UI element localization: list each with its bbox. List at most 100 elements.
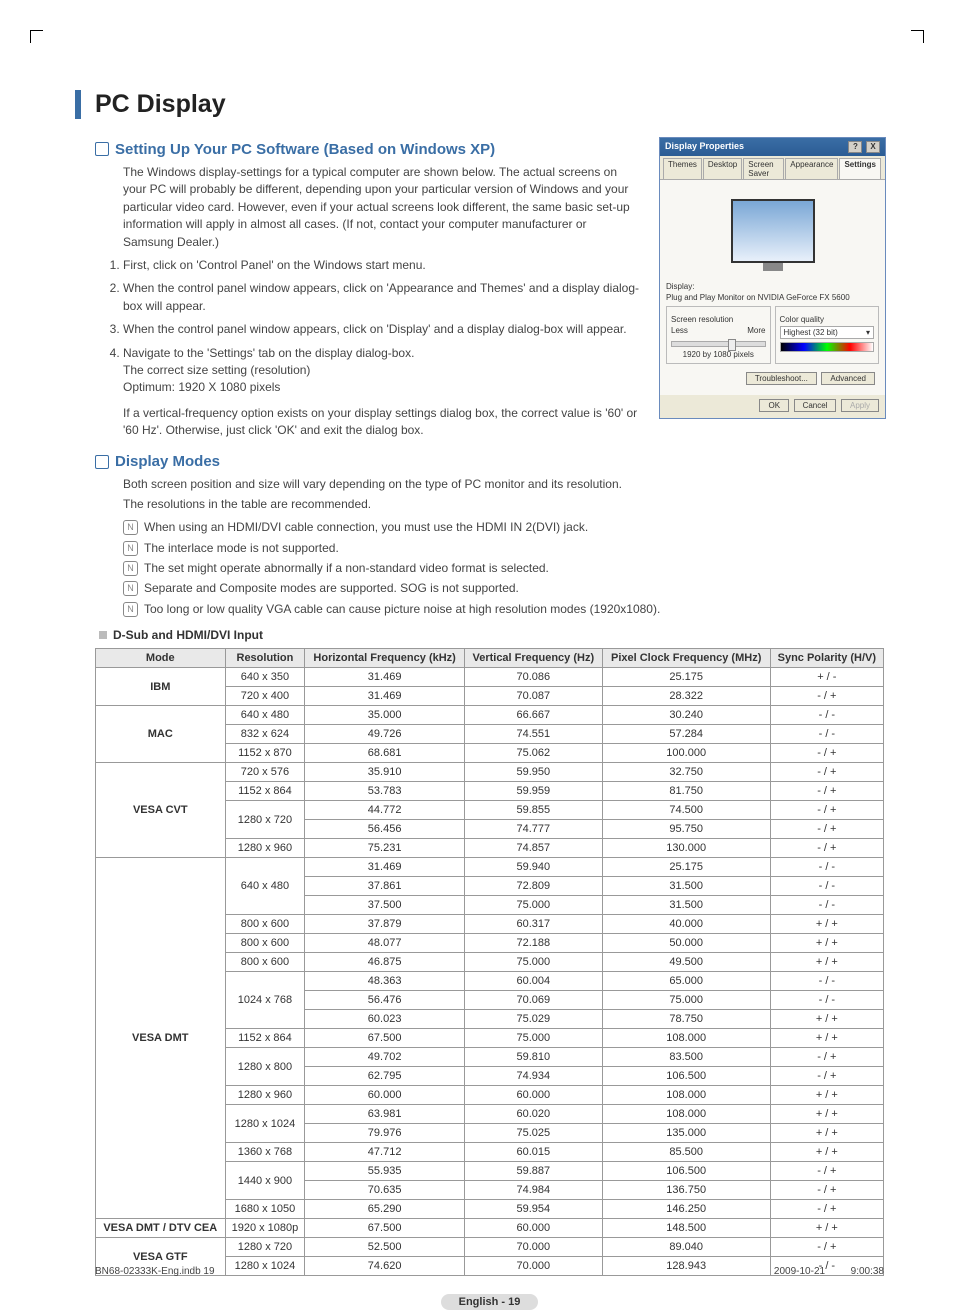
data-cell: 70.087 (464, 687, 602, 706)
data-cell: 59.810 (464, 1048, 602, 1067)
resolution-cell: 800 x 600 (225, 953, 305, 972)
data-cell: 48.077 (305, 934, 465, 953)
data-cell: + / + (770, 1105, 883, 1124)
tab-desktop[interactable]: Desktop (703, 158, 742, 179)
footer-left: BN68-02333K-Eng.indb 19 (95, 1266, 215, 1277)
resolution-cell: 1024 x 768 (225, 972, 305, 1029)
section-setup-title: Setting Up Your PC Software (Based on Wi… (95, 141, 639, 158)
crop-mark (911, 30, 924, 43)
modes-line2: The resolutions in the table are recomme… (123, 496, 884, 513)
intro-paragraph: The Windows display-settings for a typic… (123, 164, 639, 251)
table-subhead: D-Sub and HDMI/DVI Input (99, 628, 884, 642)
note-1: When using an HDMI/DVI cable connection,… (144, 519, 588, 536)
data-cell: - / - (770, 858, 883, 877)
step-3: When the control panel window appears, c… (123, 321, 639, 338)
troubleshoot-button[interactable]: Troubleshoot... (746, 372, 817, 385)
page-number: English - 19 (441, 1294, 539, 1310)
resolution-cell: 1280 x 960 (225, 839, 305, 858)
data-cell: 65.000 (602, 972, 770, 991)
data-cell: 67.500 (305, 1219, 465, 1238)
data-cell: - / - (770, 706, 883, 725)
data-cell: - / + (770, 1238, 883, 1257)
step-4: Navigate to the 'Settings' tab on the di… (123, 345, 639, 440)
data-cell: 108.000 (602, 1086, 770, 1105)
data-cell: + / - (770, 668, 883, 687)
data-cell: - / + (770, 820, 883, 839)
screen-resolution-label: Screen resolution (671, 315, 766, 324)
note-3: The set might operate abnormally if a no… (144, 560, 549, 577)
resolution-cell: 640 x 350 (225, 668, 305, 687)
tab-appearance[interactable]: Appearance (785, 158, 838, 179)
resolution-cell: 1152 x 864 (225, 782, 305, 801)
data-cell: 56.476 (305, 991, 465, 1010)
note-icon: N (123, 561, 138, 576)
help-icon[interactable]: ? (848, 141, 862, 153)
data-cell: 62.795 (305, 1067, 465, 1086)
data-cell: - / - (770, 725, 883, 744)
data-cell: - / - (770, 972, 883, 991)
data-cell: 75.025 (464, 1124, 602, 1143)
data-cell: 50.000 (602, 934, 770, 953)
mode-cell: IBM (96, 668, 226, 706)
data-cell: 59.940 (464, 858, 602, 877)
data-cell: - / - (770, 991, 883, 1010)
close-icon[interactable]: X (866, 141, 880, 153)
data-cell: 46.875 (305, 953, 465, 972)
resolution-cell: 800 x 600 (225, 934, 305, 953)
data-cell: 106.500 (602, 1162, 770, 1181)
apply-button[interactable]: Apply (841, 399, 879, 412)
data-cell: 47.712 (305, 1143, 465, 1162)
data-cell: 75.062 (464, 744, 602, 763)
color-quality-select[interactable]: Highest (32 bit)▾ (780, 326, 875, 339)
data-cell: - / + (770, 1048, 883, 1067)
data-cell: 35.000 (305, 706, 465, 725)
data-cell: 75.000 (464, 953, 602, 972)
table-row: VESA CVT720 x 57635.91059.95032.750- / + (96, 763, 884, 782)
resolution-cell: 1152 x 870 (225, 744, 305, 763)
data-cell: 95.750 (602, 820, 770, 839)
data-cell: 30.240 (602, 706, 770, 725)
display-modes-table: ModeResolutionHorizontal Frequency (kHz)… (95, 648, 884, 1276)
data-cell: 108.000 (602, 1105, 770, 1124)
data-cell: 70.635 (305, 1181, 465, 1200)
data-cell: 59.959 (464, 782, 602, 801)
data-cell: 60.023 (305, 1010, 465, 1029)
resolution-cell: 1280 x 800 (225, 1048, 305, 1086)
tab-settings[interactable]: Settings (839, 158, 881, 179)
resolution-slider[interactable] (671, 341, 766, 347)
tab-screensaver[interactable]: Screen Saver (743, 158, 784, 179)
cancel-button[interactable]: Cancel (794, 399, 837, 412)
data-cell: 31.500 (602, 896, 770, 915)
data-cell: 60.000 (305, 1086, 465, 1105)
resolution-cell: 720 x 576 (225, 763, 305, 782)
data-cell: 28.322 (602, 687, 770, 706)
table-row: IBM640 x 35031.46970.08625.175+ / - (96, 668, 884, 687)
data-cell: + / + (770, 953, 883, 972)
data-cell: 32.750 (602, 763, 770, 782)
slider-more: More (747, 326, 765, 335)
resolution-cell: 1920 x 1080p (225, 1219, 305, 1238)
step-2: When the control panel window appears, c… (123, 280, 639, 315)
note-5: Too long or low quality VGA cable can ca… (144, 601, 660, 618)
data-cell: 25.175 (602, 858, 770, 877)
data-cell: 49.726 (305, 725, 465, 744)
page-title: PC Display (95, 90, 884, 119)
data-cell: 56.456 (305, 820, 465, 839)
data-cell: 65.290 (305, 1200, 465, 1219)
note-icon: N (123, 520, 138, 535)
section-display-modes-title: Display Modes (95, 453, 884, 470)
data-cell: 75.000 (464, 896, 602, 915)
data-cell: 57.284 (602, 725, 770, 744)
tab-themes[interactable]: Themes (663, 158, 702, 179)
data-cell: 59.954 (464, 1200, 602, 1219)
resolution-cell: 640 x 480 (225, 706, 305, 725)
data-cell: - / + (770, 782, 883, 801)
data-cell: 108.000 (602, 1029, 770, 1048)
data-cell: - / + (770, 801, 883, 820)
advanced-button[interactable]: Advanced (821, 372, 875, 385)
data-cell: 55.935 (305, 1162, 465, 1181)
data-cell: - / + (770, 1162, 883, 1181)
ok-button[interactable]: OK (759, 399, 789, 412)
data-cell: 130.000 (602, 839, 770, 858)
mode-cell: VESA DMT / DTV CEA (96, 1219, 226, 1238)
